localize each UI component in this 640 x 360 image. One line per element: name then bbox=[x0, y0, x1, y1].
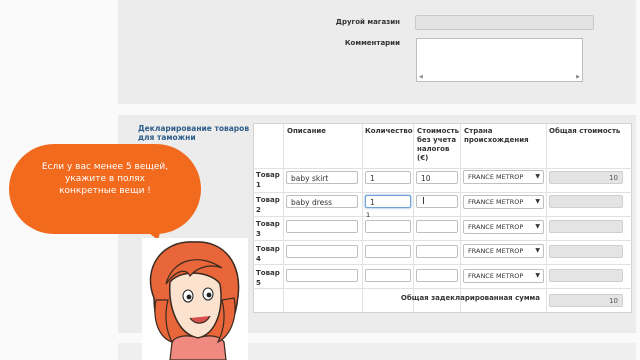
row-total bbox=[549, 220, 623, 233]
tip-line: Если у вас менее 5 вещей, bbox=[41, 162, 169, 172]
row-label: Товар 3 bbox=[256, 220, 280, 238]
chevron-down-icon: ▼ bbox=[535, 272, 540, 279]
tip-speech-bubble: Если у вас менее 5 вещей, укажите в поля… bbox=[9, 144, 201, 234]
quantity-input[interactable] bbox=[365, 245, 411, 258]
country-value: FRANCE METROP bbox=[468, 223, 524, 231]
tip-line: конкретные вещи ! bbox=[59, 186, 151, 196]
row-label: Товар 4 bbox=[256, 245, 280, 263]
row-label: Товар 2 bbox=[256, 196, 280, 214]
other-store-field[interactable] bbox=[415, 15, 594, 30]
scroll-left-icon[interactable]: ◀ bbox=[419, 74, 423, 80]
country-select[interactable]: FRANCE METROP ▼ bbox=[463, 244, 544, 258]
quantity-input[interactable] bbox=[365, 269, 411, 282]
row-label: Товар 5 bbox=[256, 269, 280, 287]
country-value: FRANCE METROP bbox=[468, 272, 524, 280]
quantity-input[interactable]: 1 bbox=[365, 171, 411, 184]
country-select[interactable]: FRANCE METROP ▼ bbox=[463, 170, 544, 184]
description-input[interactable] bbox=[286, 269, 358, 282]
autocomplete-suggestion[interactable]: 1 bbox=[366, 211, 370, 219]
comments-label: Комментарии bbox=[344, 39, 400, 47]
country-select[interactable]: FRANCE METROP ▼ bbox=[463, 195, 544, 209]
header-description: Описание bbox=[287, 127, 327, 135]
row-total bbox=[549, 195, 623, 208]
header-cost: Стоимость без учета налогов (€) bbox=[417, 127, 460, 162]
cost-input[interactable] bbox=[416, 220, 458, 233]
row-total: 10 bbox=[549, 171, 623, 184]
declared-total-value: 10 bbox=[549, 294, 623, 307]
declared-total-label: Общая задекларированная сумма bbox=[400, 294, 540, 302]
description-input[interactable] bbox=[286, 245, 358, 258]
cartoon-woman-illustration bbox=[142, 238, 248, 360]
tip-line: укажите в полях bbox=[65, 174, 145, 184]
text-cursor-icon: I bbox=[422, 196, 425, 207]
row-total bbox=[549, 245, 623, 258]
description-input[interactable]: baby dress bbox=[286, 195, 358, 208]
quantity-input[interactable]: 1 bbox=[365, 195, 411, 208]
chevron-down-icon: ▼ bbox=[535, 173, 540, 180]
cost-input[interactable] bbox=[416, 245, 458, 258]
description-input[interactable]: baby skirt bbox=[286, 171, 358, 184]
quantity-input[interactable] bbox=[365, 220, 411, 233]
country-select[interactable]: FRANCE METROP ▼ bbox=[463, 269, 544, 283]
country-value: FRANCE METROP bbox=[468, 247, 524, 255]
description-input[interactable] bbox=[286, 220, 358, 233]
header-total: Общая стоимость bbox=[549, 127, 621, 135]
country-value: FRANCE METROP bbox=[468, 173, 524, 181]
cost-input[interactable] bbox=[416, 269, 458, 282]
row-total bbox=[549, 269, 623, 282]
other-store-label: Другой магазин bbox=[335, 18, 400, 26]
header-country: Страна происхождения bbox=[464, 127, 529, 144]
customs-section-title: Декларирование товаров для таможни bbox=[138, 124, 250, 142]
chevron-down-icon: ▼ bbox=[535, 247, 540, 254]
country-select[interactable]: FRANCE METROP ▼ bbox=[463, 220, 544, 234]
cost-input[interactable]: 10 bbox=[416, 171, 458, 184]
chevron-down-icon: ▼ bbox=[535, 198, 540, 205]
chevron-down-icon: ▼ bbox=[535, 223, 540, 230]
country-value: FRANCE METROP bbox=[468, 198, 524, 206]
header-quantity: Количество bbox=[365, 127, 413, 135]
scroll-right-icon[interactable]: ▶ bbox=[576, 74, 580, 80]
row-label: Товар 1 bbox=[256, 171, 280, 189]
comments-textarea[interactable]: ◀ ▶ bbox=[416, 38, 583, 82]
